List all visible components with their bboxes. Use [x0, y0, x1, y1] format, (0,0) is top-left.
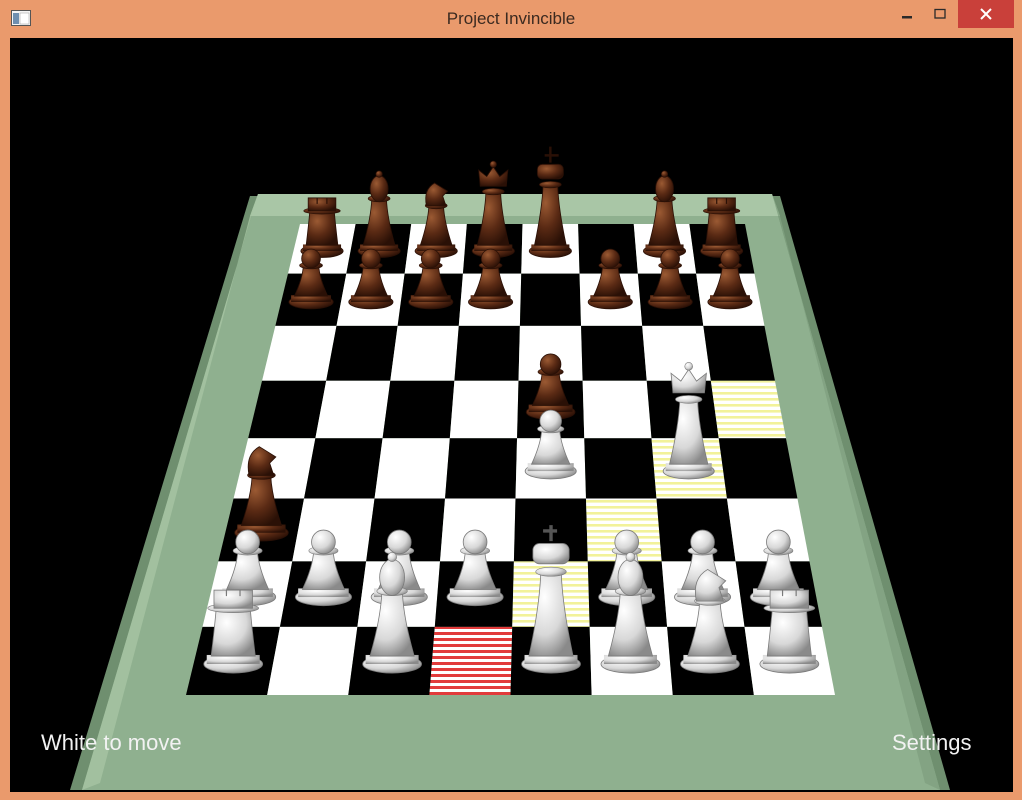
- title-bar[interactable]: Project Invincible: [0, 0, 1022, 38]
- square-g6[interactable]: [642, 325, 711, 381]
- square-d5[interactable]: [449, 380, 519, 439]
- minimize-icon: [902, 16, 912, 19]
- app-window: Project Invincible White to move Setting…: [0, 0, 1022, 800]
- square-h4[interactable]: [718, 438, 798, 499]
- square-c5[interactable]: [382, 380, 455, 439]
- square-f6[interactable]: [581, 325, 647, 381]
- square-d1[interactable]: [429, 626, 513, 695]
- game-viewport[interactable]: White to move Settings: [10, 38, 1013, 792]
- square-d4[interactable]: [445, 438, 518, 499]
- square-b5[interactable]: [315, 380, 391, 439]
- window-title: Project Invincible: [446, 9, 576, 28]
- square-b4[interactable]: [304, 438, 383, 499]
- square-c4[interactable]: [374, 438, 450, 499]
- minimize-button[interactable]: [893, 0, 921, 28]
- settings-button[interactable]: Settings: [892, 730, 972, 756]
- square-h5[interactable]: [710, 380, 786, 439]
- turn-status: White to move: [41, 730, 182, 755]
- square-h6[interactable]: [703, 325, 775, 381]
- close-button[interactable]: [958, 0, 1014, 28]
- close-icon: [980, 8, 992, 20]
- square-c6[interactable]: [390, 325, 459, 381]
- square-b1[interactable]: [267, 626, 358, 695]
- square-e7[interactable]: [519, 273, 582, 326]
- chess-scene[interactable]: [10, 38, 1013, 792]
- maximize-button[interactable]: [925, 0, 955, 28]
- square-f4[interactable]: [584, 438, 657, 499]
- square-d6[interactable]: [454, 325, 520, 381]
- square-f5[interactable]: [582, 380, 652, 439]
- maximize-icon: [934, 8, 946, 19]
- square-b6[interactable]: [326, 325, 398, 381]
